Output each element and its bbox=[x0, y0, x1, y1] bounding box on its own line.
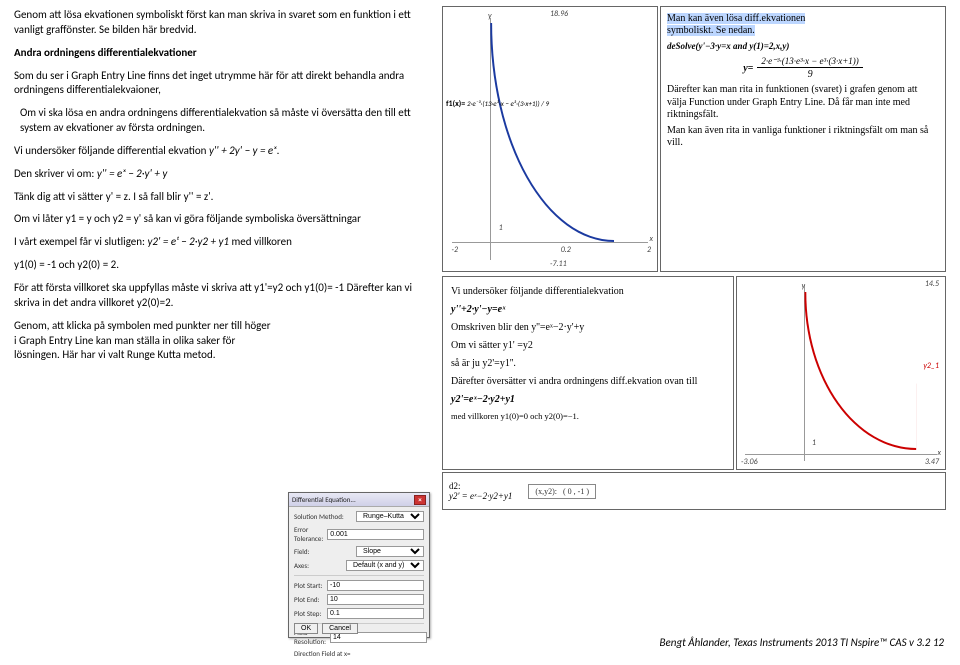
method-select[interactable]: Runge–Kutta bbox=[356, 511, 424, 522]
p6: Tänk dig att vi sätter y' = z. I så fall… bbox=[14, 190, 425, 205]
plot-start-input[interactable] bbox=[327, 580, 424, 591]
ytick-mid: 1 bbox=[812, 438, 816, 448]
notes-line1b: symboliskt. Se nedan. bbox=[667, 25, 755, 36]
notes-panel-top: Man kan även lösa diff.ekvationen symbol… bbox=[660, 6, 946, 272]
row-field: Field: Slope bbox=[294, 546, 424, 557]
xtick-mid: 0.2 bbox=[561, 245, 571, 255]
p8-pre: I vårt exempel får vi slutligen: bbox=[14, 235, 147, 248]
desolve-result: y= 2·e⁻³·(13·e³·x − e³·(3·x+1)) 9 bbox=[667, 56, 939, 80]
tolerance-input[interactable] bbox=[327, 529, 424, 540]
formula-lhs: y= bbox=[743, 63, 753, 74]
entry-line-strip: d2: y2' = eˣ−2·y2+y1 (x,y2): ( 0 , -1 ) bbox=[442, 472, 946, 510]
graph-panel-y2: 14.5 1 -3.06 3.47 x y y2_1 bbox=[736, 276, 946, 470]
row-axes: Axes: Default (x and y) bbox=[294, 560, 424, 571]
dialog-title: Differential Equation... bbox=[292, 495, 356, 504]
intro-paragraph: Genom att lösa ekvationen symboliskt för… bbox=[14, 8, 425, 38]
xtick-right: 2 bbox=[647, 245, 651, 255]
p4-eq: y'' + 2y' − y = eˣ bbox=[209, 144, 277, 157]
field-select[interactable]: Slope bbox=[356, 546, 424, 557]
n2-p2: Omskriven blir den y''=eˣ−2·y'+y bbox=[451, 321, 725, 334]
formula-den: 9 bbox=[808, 68, 813, 80]
f1-expr: 2·e⁻³·(13·e³·x − e³·(3·x+1)) / 9 bbox=[467, 99, 549, 108]
ic-box: (x,y2): ( 0 , -1 ) bbox=[528, 484, 596, 499]
x-axis-label: x bbox=[650, 234, 653, 244]
cancel-button[interactable]: Cancel bbox=[322, 623, 358, 634]
p5-pre: Den skriver vi om: bbox=[14, 167, 97, 180]
notes-line1a: Man kan även lösa diff.ekvationen bbox=[667, 13, 805, 24]
graph-panel-f1: 18.96 1 -2 0.2 2 -7.11 x y f1(x)= 2·e⁻³·… bbox=[442, 6, 658, 272]
plot-step-input[interactable] bbox=[327, 608, 424, 619]
y-axis-label: y bbox=[488, 11, 492, 21]
p8b: y1(0) = -1 och y2(0) = 2. bbox=[14, 258, 425, 273]
p5-eq: y'' = eˣ − 2·y' + y bbox=[97, 167, 167, 180]
x-axis-label: x bbox=[938, 448, 941, 458]
p4: Vi undersöker följande differential ekva… bbox=[14, 144, 425, 159]
n2-p6: med villkoren y1(0)=0 och y2(0)=−1. bbox=[451, 411, 725, 422]
row-tolerance: Error Tolerance: bbox=[294, 525, 424, 543]
n2-p5: Därefter översätter vi andra ordningens … bbox=[451, 375, 725, 388]
p9: För att första villkoret ska uppfyllas m… bbox=[14, 281, 425, 311]
p3: Om vi ska lösa en andra ordningens diffe… bbox=[20, 106, 425, 136]
p5: Den skriver vi om: y'' = eˣ − 2·y' + y bbox=[14, 167, 425, 182]
ytick-bottom: -7.11 bbox=[550, 259, 567, 269]
row-plot-start: Plot Start: bbox=[294, 580, 424, 591]
row-direction-field: Direction Field at x= bbox=[294, 649, 424, 658]
f1-lhs: f1(x)= bbox=[446, 99, 465, 109]
p2: Som du ser i Graph Entry Line finns det … bbox=[14, 69, 425, 99]
ytick-top: 18.96 bbox=[550, 9, 568, 19]
desolve-command: deSolve(y'−3·y=x and y(1)=2,x,y) bbox=[667, 41, 939, 52]
p8: I vårt exempel får vi slutligen: y2' = e… bbox=[14, 235, 425, 250]
n2-eq1: y''+2·y'−y=eˣ bbox=[451, 303, 725, 316]
plot-end-input[interactable] bbox=[327, 594, 424, 605]
formula-num: 2·e⁻³·(13·e³·x − e³·(3·x+1)) bbox=[757, 56, 862, 68]
p8-post: med villkoren bbox=[231, 235, 291, 248]
notes-p3: Man kan även rita in vanliga funktioner … bbox=[667, 125, 939, 149]
x-axis bbox=[452, 242, 649, 243]
n2-p1: Vi undersöker följande differentialekvat… bbox=[451, 285, 725, 298]
n2-p4: så är ju y2'=y1''. bbox=[451, 357, 725, 370]
curve-f1 bbox=[490, 23, 614, 242]
xtick-left: -3.06 bbox=[741, 457, 758, 467]
curve-y2 bbox=[804, 292, 916, 449]
xtick-right: 3.47 bbox=[925, 457, 939, 467]
page-footer: Bengt Åhlander, Texas Instruments 2013 T… bbox=[660, 636, 944, 649]
y-axis-label: y bbox=[801, 281, 805, 291]
p10: Genom, att klicka på symbolen med punkte… bbox=[14, 319, 274, 364]
xy-label: (x,y2): bbox=[535, 487, 557, 496]
section-heading: Andra ordningens differentialekvationer bbox=[14, 46, 425, 61]
xtick-left: -2 bbox=[452, 245, 459, 255]
n2-p3: Om vi sätter y1' =y2 bbox=[451, 339, 725, 352]
p8-eq: y2' = eᵗ − 2·y2 + y1 bbox=[147, 235, 228, 248]
p4-pre: Vi undersöker följande differential ekva… bbox=[14, 144, 209, 157]
series-label: y2_1 bbox=[923, 361, 939, 371]
notes-panel-bottom: Vi undersöker följande differentialekvat… bbox=[442, 276, 734, 470]
axes-select[interactable]: Default (x and y) bbox=[346, 560, 424, 571]
xy-vals: ( 0 , -1 ) bbox=[563, 487, 589, 496]
x-axis bbox=[745, 454, 936, 455]
ok-button[interactable]: OK bbox=[294, 623, 318, 634]
dialog-titlebar[interactable]: Differential Equation... × bbox=[289, 493, 429, 507]
row-plot-step: Plot Step: bbox=[294, 608, 424, 619]
ytick-top: 14.5 bbox=[925, 279, 939, 289]
n2-eq2: y2'=eˣ−2·y2+y1 bbox=[451, 393, 725, 406]
row-plot-end: Plot End: bbox=[294, 594, 424, 605]
p7: Om vi låter y1 = y och y2 = y' så kan vi… bbox=[14, 212, 425, 227]
row-method: Solution Method: Runge–Kutta bbox=[294, 511, 424, 522]
notes-p2: Därefter kan man rita in funktionen (sva… bbox=[667, 84, 939, 121]
ytick-mid: 1 bbox=[499, 223, 503, 233]
f1-label: f1(x)= 2·e⁻³·(13·e³·x − e³·(3·x+1)) / 9 bbox=[446, 99, 549, 109]
close-icon[interactable]: × bbox=[414, 495, 426, 505]
diff-eq-settings-dialog: Differential Equation... × Solution Meth… bbox=[288, 492, 430, 638]
d2-label: d2: y2' = eˣ−2·y2+y1 bbox=[449, 481, 512, 501]
